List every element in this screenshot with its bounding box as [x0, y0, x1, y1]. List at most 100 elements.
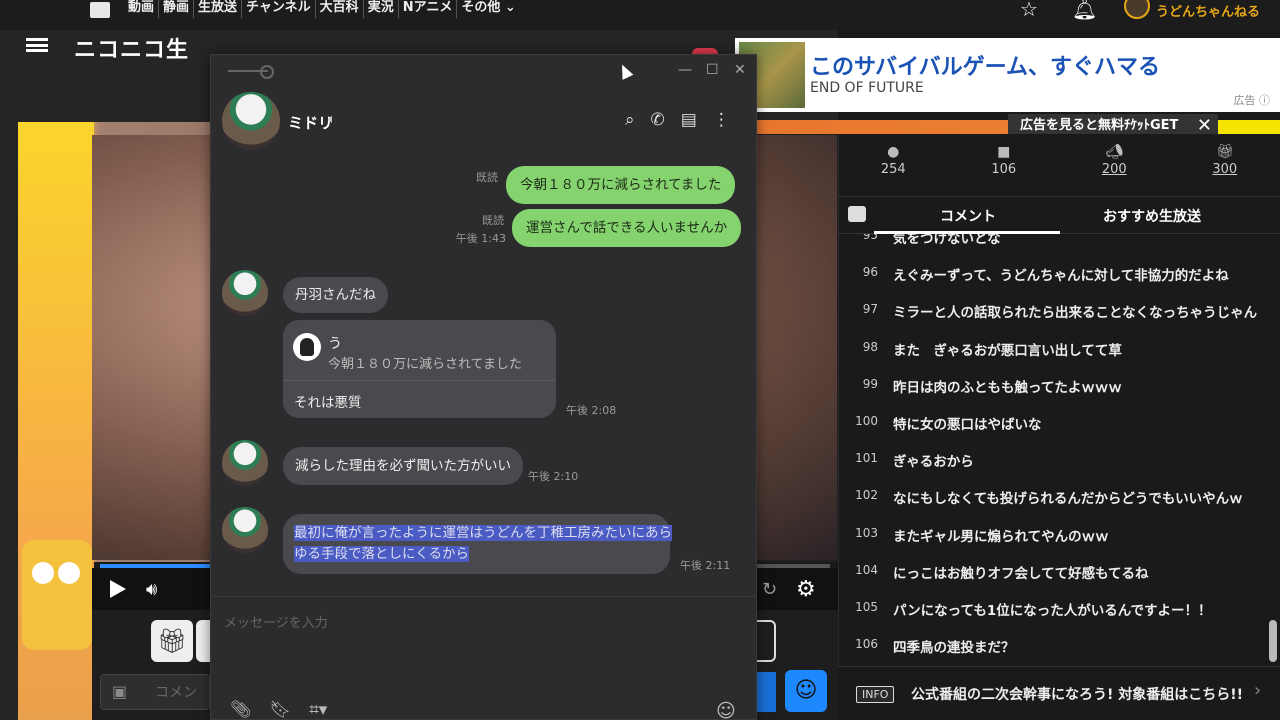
sender-avatar[interactable] — [222, 270, 268, 316]
maximize-icon[interactable]: ☐ — [706, 62, 719, 78]
option-box[interactable] — [756, 620, 776, 662]
selected-text-line1: 最初に俺が言ったように運営はうどんを丁稚工房みたいにあら — [294, 525, 672, 541]
nav-link-seiga[interactable]: 静画 — [159, 0, 195, 18]
note-icon[interactable]: ▤ — [681, 110, 697, 130]
ad-subtitle: END OF FUTURE — [810, 80, 924, 96]
nav-link-more[interactable]: その他 ⌄ — [457, 0, 519, 18]
nav-link-anime[interactable]: Nアニメ — [399, 0, 458, 18]
comment-row[interactable]: 96 えぐみーずって、うどんちゃんに対して非協力的だよね — [838, 264, 1270, 284]
menu-icon[interactable] — [26, 38, 48, 52]
comment-text: パンになっても1位になった人がいるんですよー！！ — [893, 603, 1212, 619]
comment-row[interactable]: 95 気をつけないとな — [838, 234, 1270, 247]
bubble-decor — [22, 540, 92, 650]
minimize-icon[interactable]: — — [678, 62, 692, 78]
message-out[interactable]: 運営さんで話できる人いませんか — [512, 209, 742, 247]
sender-avatar[interactable] — [222, 507, 268, 553]
comment-row[interactable]: 104 にっこはお触りオフ会してて好感もてるね — [838, 562, 1270, 582]
info-text[interactable]: 公式番組の二次会幹事になろう! 対象番組はこちら!! — [911, 684, 1243, 704]
stat-viewers: ● 254 — [838, 144, 949, 194]
star-icon[interactable]: ☆ — [1020, 0, 1042, 20]
stat-gifts[interactable]: 🎁︎ 300 — [1170, 144, 1280, 194]
chat-contact-name: ミドリ — [288, 114, 334, 132]
attach-icon[interactable]: 📎︎ — [230, 700, 252, 720]
comment-row[interactable]: 100 特に女の悪口はやばいな — [838, 413, 1270, 433]
user-menu[interactable]: うどんちゃんねる — [1123, 0, 1260, 20]
chat-header-icons: ⌕ ✆ ▤ ⋮ — [625, 110, 730, 130]
chevron-right-icon[interactable]: › — [1254, 680, 1261, 701]
search-icon[interactable]: ⌕ — [625, 110, 635, 130]
comment-row[interactable]: 102 なにもしなくても投げられるんだからどうでもいいやんｗ — [838, 487, 1270, 507]
reload-icon[interactable]: ↻ — [762, 579, 777, 600]
close-icon[interactable]: ✕ — [734, 62, 746, 78]
gear-icon[interactable]: ⚙ — [796, 577, 816, 602]
niconico-logo-icon[interactable] — [90, 2, 110, 18]
send-comment-button[interactable]: ☺ — [785, 670, 827, 712]
dots-decor — [32, 562, 80, 584]
comment-tabs: コメント おすすめ生放送 — [838, 196, 1280, 234]
bell-icon[interactable]: 🔔︎ — [1072, 0, 1097, 20]
comment-row[interactable]: 101 ぎゃるおから — [838, 450, 1270, 470]
comment-row[interactable]: 106 四季鳥の連投まだ？ — [838, 636, 1270, 656]
stats-bar: ● 254 ■ 106 📣︎ 200 🎁︎ 300 — [838, 144, 1280, 194]
comment-settings-icon[interactable] — [848, 206, 866, 222]
message-in[interactable]: 最初に俺が言ったように運営はうどんを丁稚工房みたいにあら ゆる手段で落としにくる… — [283, 514, 672, 574]
nav-link-video[interactable]: 動画 — [124, 0, 160, 18]
message-out[interactable]: 今朝１８０万に減らされてました — [506, 166, 736, 204]
stat-comments: ■ 106 — [949, 144, 1060, 194]
sender-avatar[interactable] — [222, 440, 268, 486]
chat-avatar[interactable] — [222, 92, 280, 150]
comment-text: ミラーと人の話取られたら出来ることなくなっちゃうじゃん — [893, 305, 1258, 322]
comment-mode-icon[interactable]: ▣ — [112, 682, 127, 701]
person-icon: ● — [887, 144, 900, 160]
comment-number: 102 — [855, 488, 878, 503]
nav-link-channel[interactable]: チャンネル — [242, 0, 316, 18]
ad-banner[interactable]: このサバイバルゲーム、すぐハマる END OF FUTURE 広告 ⓘ — [735, 38, 1280, 112]
comment-row[interactable]: 99 昨日は肉のふともも触ってたよｗｗｗ — [838, 376, 1270, 396]
comment-list[interactable]: 95 気をつけないとな 96 えぐみーずって、うどんちゃんに対して非協力的だよね 97 ミ… — [838, 234, 1270, 664]
message-time: 午後 2:11 — [680, 559, 731, 572]
quoted-user-avatar — [293, 333, 321, 361]
comment-row[interactable]: 97 ミラーと人の話取られたら出来ることなくなっちゃうじゃん — [838, 301, 1270, 321]
message-input-placeholder: メッセージを入力 — [224, 616, 328, 631]
ad-badge: 広告 ⓘ — [1233, 94, 1271, 107]
site-title[interactable]: ニコニコ生 — [74, 32, 189, 64]
scrollbar[interactable] — [1269, 620, 1277, 662]
message-in[interactable]: 丹羽さんだね — [283, 277, 388, 313]
comment-text: 四季鳥の連投まだ？ — [893, 640, 1015, 657]
message-in[interactable]: 減らした理由を必ず聞いた方がいい — [283, 447, 523, 485]
play-icon[interactable] — [110, 580, 126, 598]
crop-icon[interactable]: ⌗▾ — [309, 700, 327, 720]
nav-link-jikkyo[interactable]: 実況 — [364, 0, 399, 18]
secondary-button[interactable] — [196, 620, 210, 662]
comment-row[interactable]: 98 また ぎゃるおが悪口言い出してて草 — [838, 339, 1270, 359]
nav-link-dic[interactable]: 大百科 — [316, 0, 364, 18]
tab-recommended[interactable]: おすすめ生放送 — [1103, 206, 1201, 226]
comment-row[interactable]: 103 またギャル男に煽られてやんのｗｗ — [838, 525, 1270, 545]
reply-divider — [283, 380, 556, 381]
volume-icon[interactable]: 🔊︎ — [146, 579, 157, 600]
more-icon[interactable]: ⋮ — [713, 110, 730, 130]
quoted-user-name: う — [328, 336, 342, 352]
send-area — [756, 672, 776, 712]
comment-text: 気をつけないとな — [893, 234, 1001, 247]
bookmark-icon[interactable]: 🔖︎ — [270, 700, 292, 720]
input-toolbar: 📎︎ 🔖︎ ⌗▾ — [230, 700, 327, 720]
comment-row[interactable]: 105 パンになっても1位になった人がいるんですよー！！ — [838, 599, 1270, 619]
comment-text: またギャル男に煽られてやんのｗｗ — [893, 528, 1109, 545]
stat-ads[interactable]: 📣︎ 200 — [1059, 144, 1170, 194]
comment-number: 98 — [862, 339, 878, 354]
nav-link-live[interactable]: 生放送 — [194, 0, 243, 18]
comment-text: ぎゃるおから — [893, 454, 974, 471]
comment-number: 103 — [855, 525, 878, 540]
nav-right: ☆ 🔔︎ うどんちゃんねる — [1020, 0, 1260, 20]
gift-button[interactable]: 🎁︎ — [151, 620, 193, 662]
ad-strip-yellow — [1218, 120, 1280, 134]
message-time: 午後 2:08 — [566, 404, 617, 417]
phone-icon[interactable]: ✆ — [651, 110, 665, 130]
drag-handle[interactable] — [228, 65, 274, 79]
comment-text: にっこはお触りオフ会してて好感もてるね — [893, 565, 1149, 582]
emoji-icon[interactable]: ☺ — [716, 700, 736, 720]
tab-comments[interactable]: コメント — [940, 206, 996, 226]
read-status: 既読 — [476, 171, 498, 184]
top-nav-bar: 動画 静画 生放送 チャンネル 大百科 実況 Nアニメ その他 ⌄ ☆ 🔔︎ う… — [0, 0, 1280, 30]
